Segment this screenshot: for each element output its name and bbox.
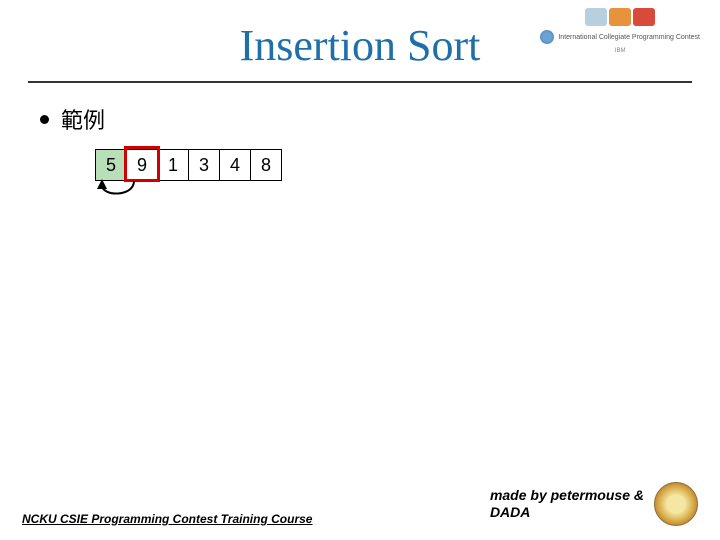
logo-tile: [609, 8, 631, 26]
ncku-badge-icon: [654, 482, 698, 526]
swap-arrow-icon: [90, 179, 150, 209]
footer-credit: made by petermouse & DADA: [490, 487, 644, 521]
logo-tile: [633, 8, 655, 26]
logo-sponsor: IBM: [615, 48, 626, 54]
array-cell: 9: [126, 149, 158, 181]
example-bullet: 範例: [40, 103, 680, 135]
array-cell: 4: [219, 149, 251, 181]
logo-acm-row: International Collegiate Programming Con…: [540, 30, 700, 44]
array-cell: 5: [95, 149, 127, 181]
logo-text: International Collegiate Programming Con…: [558, 34, 700, 41]
array-cell: 8: [250, 149, 282, 181]
logo-tile: [585, 8, 607, 26]
credit-line2: DADA: [490, 504, 644, 521]
credit-line1: made by petermouse &: [490, 487, 644, 504]
footer-right: made by petermouse & DADA: [490, 482, 698, 526]
footer: NCKU CSIE Programming Contest Training C…: [22, 482, 698, 526]
bullet-icon: [40, 115, 49, 124]
array-cell: 1: [157, 149, 189, 181]
content-area: 範例 591348: [0, 83, 720, 201]
header-logo-block: International Collegiate Programming Con…: [540, 8, 700, 54]
acm-icon: [540, 30, 554, 44]
array-row: 591348: [96, 149, 680, 181]
logo-tiles: [585, 8, 655, 26]
footer-course: NCKU CSIE Programming Contest Training C…: [22, 512, 312, 526]
array-cell: 3: [188, 149, 220, 181]
bullet-label: 範例: [61, 103, 105, 135]
